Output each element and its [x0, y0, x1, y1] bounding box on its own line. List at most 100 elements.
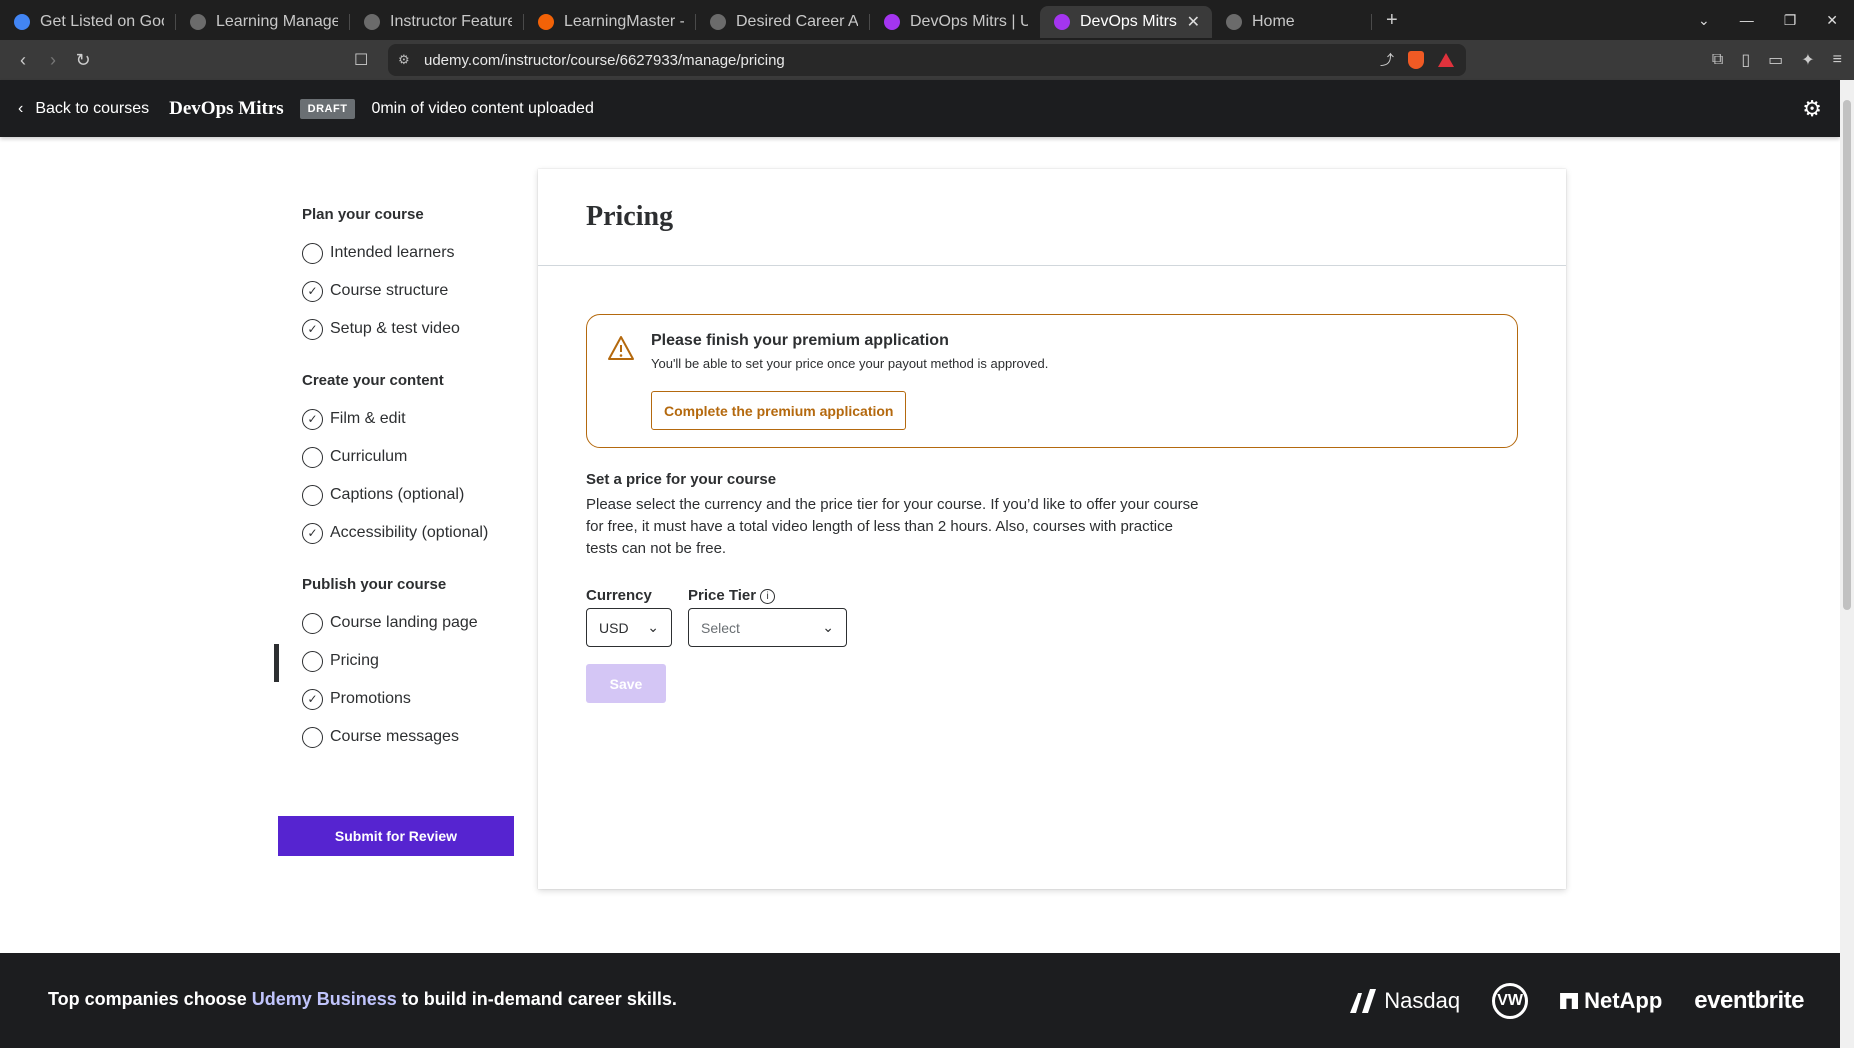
replit-icon — [538, 14, 554, 30]
sidebar-item-promotions[interactable]: ✓ Promotions — [302, 680, 542, 718]
course-sidebar: Plan your course Intended learners ✓ Course… — [274, 206, 542, 780]
tab-title: Instructor Features Cor — [390, 13, 512, 30]
sidebar-item-course-structure[interactable]: ✓ Course structure — [302, 272, 542, 310]
tab-title: Desired Career Academ — [736, 13, 858, 30]
price-tier-select[interactable]: Select ⌄ — [688, 608, 847, 647]
check-circle-icon: ✓ — [302, 688, 323, 710]
udemy-icon — [884, 14, 900, 30]
sidebar-item-label: Setup & test video — [330, 320, 460, 337]
check-circle-icon: ✓ — [302, 408, 323, 430]
netapp-text: NetApp — [1584, 988, 1663, 1013]
submit-for-review-button[interactable]: Submit for Review — [278, 816, 514, 856]
sidebar-item-accessibility-optional[interactable]: ✓ Accessibility (optional) — [302, 514, 542, 552]
leo-ai-icon[interactable]: ✦ — [1801, 50, 1814, 70]
sidebar-item-label: Captions (optional) — [330, 486, 465, 503]
page-scrollbar-thumb[interactable] — [1843, 100, 1851, 610]
alert-title: Please finish your premium application — [651, 332, 949, 349]
tab-title: Learning Management — [216, 13, 338, 30]
sidebar-item-intended-learners[interactable]: Intended learners — [302, 234, 542, 272]
sidebar-item-course-messages[interactable]: Course messages — [302, 718, 542, 756]
forward-nav-icon[interactable]: › — [38, 50, 68, 71]
save-button[interactable]: Save — [586, 664, 666, 703]
brave-shields-icon[interactable] — [1408, 51, 1424, 69]
browser-tab[interactable]: LearningMaster - Replit — [524, 6, 696, 38]
empty-circle-icon — [302, 484, 323, 506]
info-icon[interactable]: i — [760, 589, 776, 604]
tagline-text: Top companies choose — [48, 989, 252, 1009]
back-to-courses-link[interactable]: ‹ Back to courses — [18, 100, 149, 118]
eventbrite-logo: eventbrite — [1694, 987, 1804, 1014]
browser-tab[interactable]: DevOps Mitrs | Udemy — [870, 6, 1040, 38]
browser-tab[interactable]: Home — [1212, 6, 1372, 38]
sidebar-item-label: Course structure — [330, 282, 449, 299]
browser-tab-bar: Get Listed on Google - Learning Managemen… — [0, 0, 1854, 40]
currency-value: USD — [599, 619, 629, 636]
sidebar-item-label: Curriculum — [330, 448, 408, 465]
sidebar-toggle-icon[interactable]: ▯ — [1741, 50, 1750, 70]
price-tier-label: Price Tier i — [688, 587, 776, 604]
back-nav-icon[interactable]: ‹ — [8, 50, 38, 71]
share-icon[interactable]: ⤴ — [1380, 50, 1394, 70]
sidebar-item-course-landing-page[interactable]: Course landing page — [302, 604, 542, 642]
new-tab-icon[interactable]: + — [1386, 9, 1398, 32]
browser-tab[interactable]: DevOps Mitrs | Udem ✕ — [1040, 6, 1212, 38]
udemy-icon — [1054, 14, 1070, 30]
extensions-icon[interactable]: ⧉ — [1712, 51, 1723, 69]
reload-icon[interactable]: ↻ — [68, 50, 98, 71]
sidebar-group-title: Plan your course — [302, 206, 424, 223]
partner-logos: Nasdaq VW NetApp eventbrite — [1348, 983, 1804, 1019]
restore-icon[interactable]: ❐ — [1784, 12, 1797, 29]
sidebar-item-label: Course landing page — [330, 614, 478, 631]
footer-tagline: Top companies choose Udemy Business to b… — [48, 989, 677, 1010]
omnibox[interactable]: ⚙ udemy.com/instructor/course/6627933/ma… — [388, 44, 1466, 76]
tab-title: Get Listed on Google - — [40, 13, 164, 30]
empty-circle-icon — [302, 726, 323, 748]
section-description: Please select the currency and the price… — [586, 496, 1199, 557]
close-window-icon[interactable]: ✕ — [1826, 12, 1838, 29]
udemy-business-link[interactable]: Udemy Business — [252, 989, 397, 1009]
page-title: Pricing — [586, 201, 674, 232]
sidebar-group-title: Publish your course — [302, 576, 447, 593]
gear-icon[interactable]: ⚙ — [1802, 96, 1822, 122]
tab-list-icon[interactable]: ⌄ — [1698, 12, 1710, 29]
footer-banner: Top companies choose Udemy Business to b… — [0, 953, 1840, 1048]
wallet-icon[interactable]: ▭ — [1768, 50, 1783, 70]
url-text[interactable]: udemy.com/instructor/course/6627933/mana… — [424, 52, 785, 69]
menu-icon[interactable]: ≡ — [1833, 51, 1842, 69]
globe-icon — [710, 14, 726, 30]
openai-icon — [190, 14, 206, 30]
sidebar-item-film-edit[interactable]: ✓ Film & edit — [302, 400, 542, 438]
close-tab-icon[interactable]: ✕ — [1187, 12, 1200, 32]
sidebar-item-curriculum[interactable]: Curriculum — [302, 438, 542, 476]
chevron-down-icon: ⌄ — [822, 619, 834, 635]
browser-tab[interactable]: Learning Management — [176, 6, 350, 38]
tab-title: Home — [1252, 13, 1295, 30]
empty-circle-icon — [302, 612, 323, 634]
course-manage-header: ‹ Back to courses DevOps Mitrs DRAFT 0mi… — [0, 80, 1840, 137]
sidebar-item-pricing[interactable]: Pricing — [274, 642, 542, 682]
check-circle-icon: ✓ — [302, 522, 323, 544]
site-info-icon[interactable]: ⚙ — [398, 52, 414, 68]
sidebar-item-setup-test-video[interactable]: ✓ Setup & test video — [302, 310, 542, 348]
tab-title: DevOps Mitrs | Udem — [1080, 13, 1177, 30]
check-circle-icon: ✓ — [302, 280, 323, 302]
browser-tab[interactable]: Get Listed on Google - — [0, 6, 176, 38]
sidebar-item-label: Promotions — [330, 690, 411, 707]
browser-tab[interactable]: Instructor Features Cor — [350, 6, 524, 38]
sidebar-item-label: Pricing — [330, 652, 379, 669]
google-icon — [14, 14, 30, 30]
complete-premium-application-button[interactable]: Complete the premium application — [651, 391, 907, 430]
empty-circle-icon — [302, 650, 323, 672]
sidebar-item-label: Course messages — [330, 728, 459, 745]
nasdaq-text: Nasdaq — [1384, 988, 1461, 1013]
browser-tab[interactable]: Desired Career Academ — [696, 6, 870, 38]
currency-select[interactable]: USD ⌄ — [586, 608, 672, 647]
empty-circle-icon — [302, 242, 323, 264]
minimize-icon[interactable]: — — [1740, 12, 1754, 28]
sidebar-item-captions-optional[interactable]: Captions (optional) — [302, 476, 542, 514]
chevron-down-icon: ⌄ — [647, 619, 659, 635]
sidebar-group: Publish your course Course landing page Pr… — [274, 576, 542, 756]
netapp-mark-icon — [1560, 993, 1579, 1009]
brave-rewards-icon[interactable] — [1438, 53, 1454, 67]
bookmark-icon[interactable]: ☐ — [354, 50, 368, 70]
